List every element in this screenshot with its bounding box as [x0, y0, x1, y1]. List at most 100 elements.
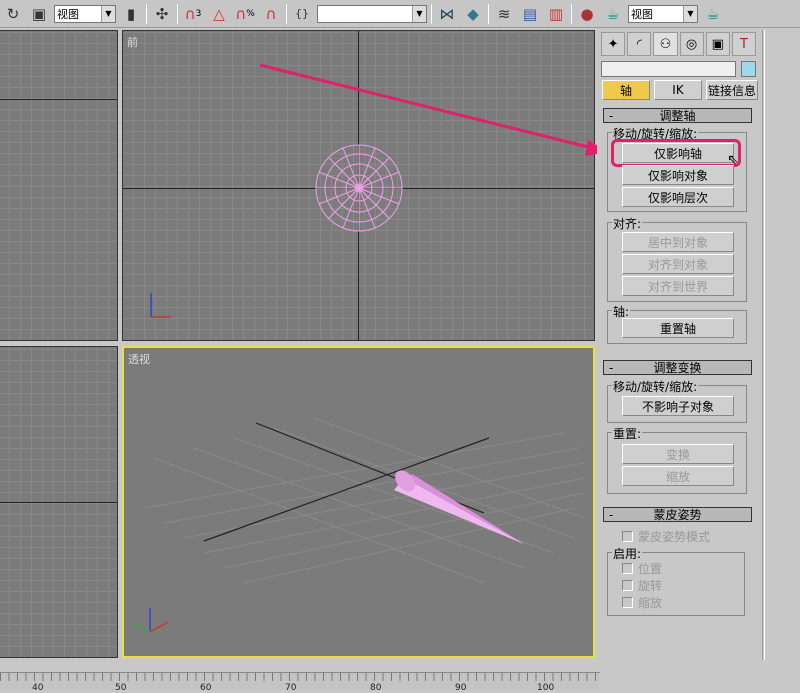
divider	[431, 3, 432, 24]
checkbox-label: 位置	[638, 561, 663, 576]
schematic-icon[interactable]: ▥	[545, 3, 567, 25]
align-to-object-button[interactable]: 对齐到对象	[622, 254, 734, 274]
percent-label: %	[246, 8, 255, 19]
render-setup-icon[interactable]: ☕	[602, 3, 624, 25]
rollout-title: 调整轴	[659, 109, 696, 123]
curve-editor-icon[interactable]: ▤	[519, 3, 541, 25]
dont-affect-children-button[interactable]: 不影响子对象	[622, 396, 734, 416]
grid-axis	[0, 502, 117, 503]
collapse-icon: -	[609, 360, 614, 375]
command-panel: ✦ ◜ ⚇ ◎ ▣ T 轴 IK 链接信息 - 调整轴 移动/旋转/缩放: 仅影响…	[597, 30, 760, 660]
named-selection-combo[interactable]: ▼	[317, 4, 427, 23]
object-name-input[interactable]	[601, 61, 736, 77]
render-view-combo[interactable]: 视图 ▼	[628, 4, 698, 23]
checkbox-icon	[622, 562, 633, 574]
rollout-skin-pose[interactable]: - 蒙皮姿势	[603, 507, 752, 522]
reset-transform-button[interactable]: 变换	[622, 444, 734, 464]
timeline-ruler[interactable]: 40 50 60 70 80 90 100	[0, 672, 600, 693]
hierarchy-icon[interactable]: ⚇	[653, 32, 678, 56]
rollout-adjust-pivot[interactable]: - 调整轴	[603, 108, 752, 123]
main-toolbar: ↻ ▣ 视图 ▼ ▮ ✣ ∩ 3 △ ∩% ∩ {} ▼ ⋈ ◆ ≋ ▤ ▥ ● ☕…	[0, 0, 800, 28]
divider	[571, 3, 572, 24]
tick-label: 90	[455, 683, 467, 693]
material-editor-icon[interactable]: ●	[576, 3, 598, 25]
scale-checkbox[interactable]: 缩放	[622, 594, 662, 610]
affect-object-only-button[interactable]: 仅影响对象	[622, 165, 734, 185]
viewport-perspective[interactable]: 透视	[122, 346, 595, 658]
select-object-icon[interactable]: ▣	[28, 3, 50, 25]
divider	[488, 3, 489, 24]
tick-label: 80	[370, 683, 382, 693]
utilities-icon[interactable]: T	[731, 32, 757, 56]
position-checkbox[interactable]: 位置	[622, 560, 662, 576]
grid-axis	[0, 99, 117, 100]
select-manipulate-icon[interactable]: ✣	[151, 3, 173, 25]
tab-ik[interactable]: IK	[654, 80, 702, 100]
viewport-top[interactable]	[0, 30, 118, 341]
command-panel-tabs: ✦ ◜ ⚇ ◎ ▣ T	[597, 30, 760, 58]
panel-scrollbar[interactable]	[762, 30, 765, 660]
tick-label: 70	[285, 683, 297, 693]
display-icon[interactable]: ▣	[705, 32, 730, 56]
group-label: 移动/旋转/缩放:	[612, 378, 699, 395]
combo-value: 视图	[631, 7, 653, 21]
align-icon[interactable]: ◆	[462, 3, 484, 25]
rollout-adjust-transform[interactable]: - 调整变换	[603, 360, 752, 375]
create-icon[interactable]: ✦	[601, 32, 626, 56]
snap-3d-icon[interactable]: ∩ 3	[182, 3, 204, 25]
angle-snap-icon[interactable]: △	[208, 3, 230, 25]
rotation-checkbox[interactable]: 旋转	[622, 577, 662, 593]
render-icon[interactable]: ☕	[702, 3, 724, 25]
undo-icon[interactable]: ↻	[2, 3, 24, 25]
tick-label: 100	[537, 683, 555, 693]
checkbox-label: 缩放	[638, 595, 663, 610]
pivot-icon[interactable]: ▮	[120, 3, 142, 25]
combo-value: 视图	[57, 7, 79, 21]
reset-scale-button[interactable]: 缩放	[622, 466, 734, 486]
reference-coord-combo[interactable]: 视图 ▼	[54, 4, 116, 23]
named-selection-icon[interactable]: {}	[291, 3, 313, 25]
mirror-icon[interactable]: ⋈	[436, 3, 458, 25]
percent-snap-icon[interactable]: ∩%	[234, 3, 256, 25]
checkbox-label: 蒙皮姿势模式	[638, 529, 711, 544]
tab-pivot[interactable]: 轴	[602, 80, 650, 100]
snap-label: 3	[195, 8, 202, 19]
viewport-left[interactable]	[0, 346, 118, 658]
skin-pose-mode-checkbox[interactable]: 蒙皮姿势模式	[622, 528, 710, 544]
chevron-down-icon: ▼	[683, 5, 697, 22]
collapse-icon: -	[609, 108, 614, 123]
divider	[286, 3, 287, 24]
center-to-object-button[interactable]: 居中到对象	[622, 232, 734, 252]
rollout-title: 调整变换	[653, 361, 702, 375]
spinner-snap-icon[interactable]: ∩	[260, 3, 282, 25]
modify-icon[interactable]: ◜	[627, 32, 652, 56]
tab-link-info[interactable]: 链接信息	[706, 80, 758, 100]
sphere-object[interactable]	[123, 31, 595, 341]
group-label: 重置:	[612, 425, 643, 442]
rollout-title: 蒙皮姿势	[653, 508, 702, 522]
reset-pivot-button[interactable]: 重置轴	[622, 318, 734, 338]
align-to-world-button[interactable]: 对齐到世界	[622, 276, 734, 296]
axis-gizmo-icon	[150, 293, 171, 318]
checkbox-icon	[622, 530, 633, 542]
tick-label: 60	[200, 683, 212, 693]
perspective-scene	[133, 417, 585, 633]
checkbox-icon	[622, 579, 633, 591]
viewport-front[interactable]: 前	[122, 30, 595, 341]
motion-icon[interactable]: ◎	[679, 32, 704, 56]
affect-hierarchy-only-button[interactable]: 仅影响层次	[622, 187, 734, 207]
chevron-down-icon: ▼	[101, 5, 115, 22]
layer-icon[interactable]: ≋	[493, 3, 515, 25]
group-label: 对齐:	[612, 215, 643, 232]
checkbox-label: 旋转	[638, 578, 663, 593]
divider	[146, 3, 147, 24]
object-color-swatch[interactable]	[741, 61, 756, 77]
tick-label: 40	[32, 683, 44, 693]
tick-label: 50	[115, 683, 127, 693]
divider	[177, 3, 178, 24]
collapse-icon: -	[609, 507, 614, 522]
highlight-box	[611, 139, 741, 167]
chevron-down-icon: ▼	[412, 5, 426, 22]
checkbox-icon	[622, 596, 633, 608]
axis-gizmo-icon	[133, 608, 169, 633]
